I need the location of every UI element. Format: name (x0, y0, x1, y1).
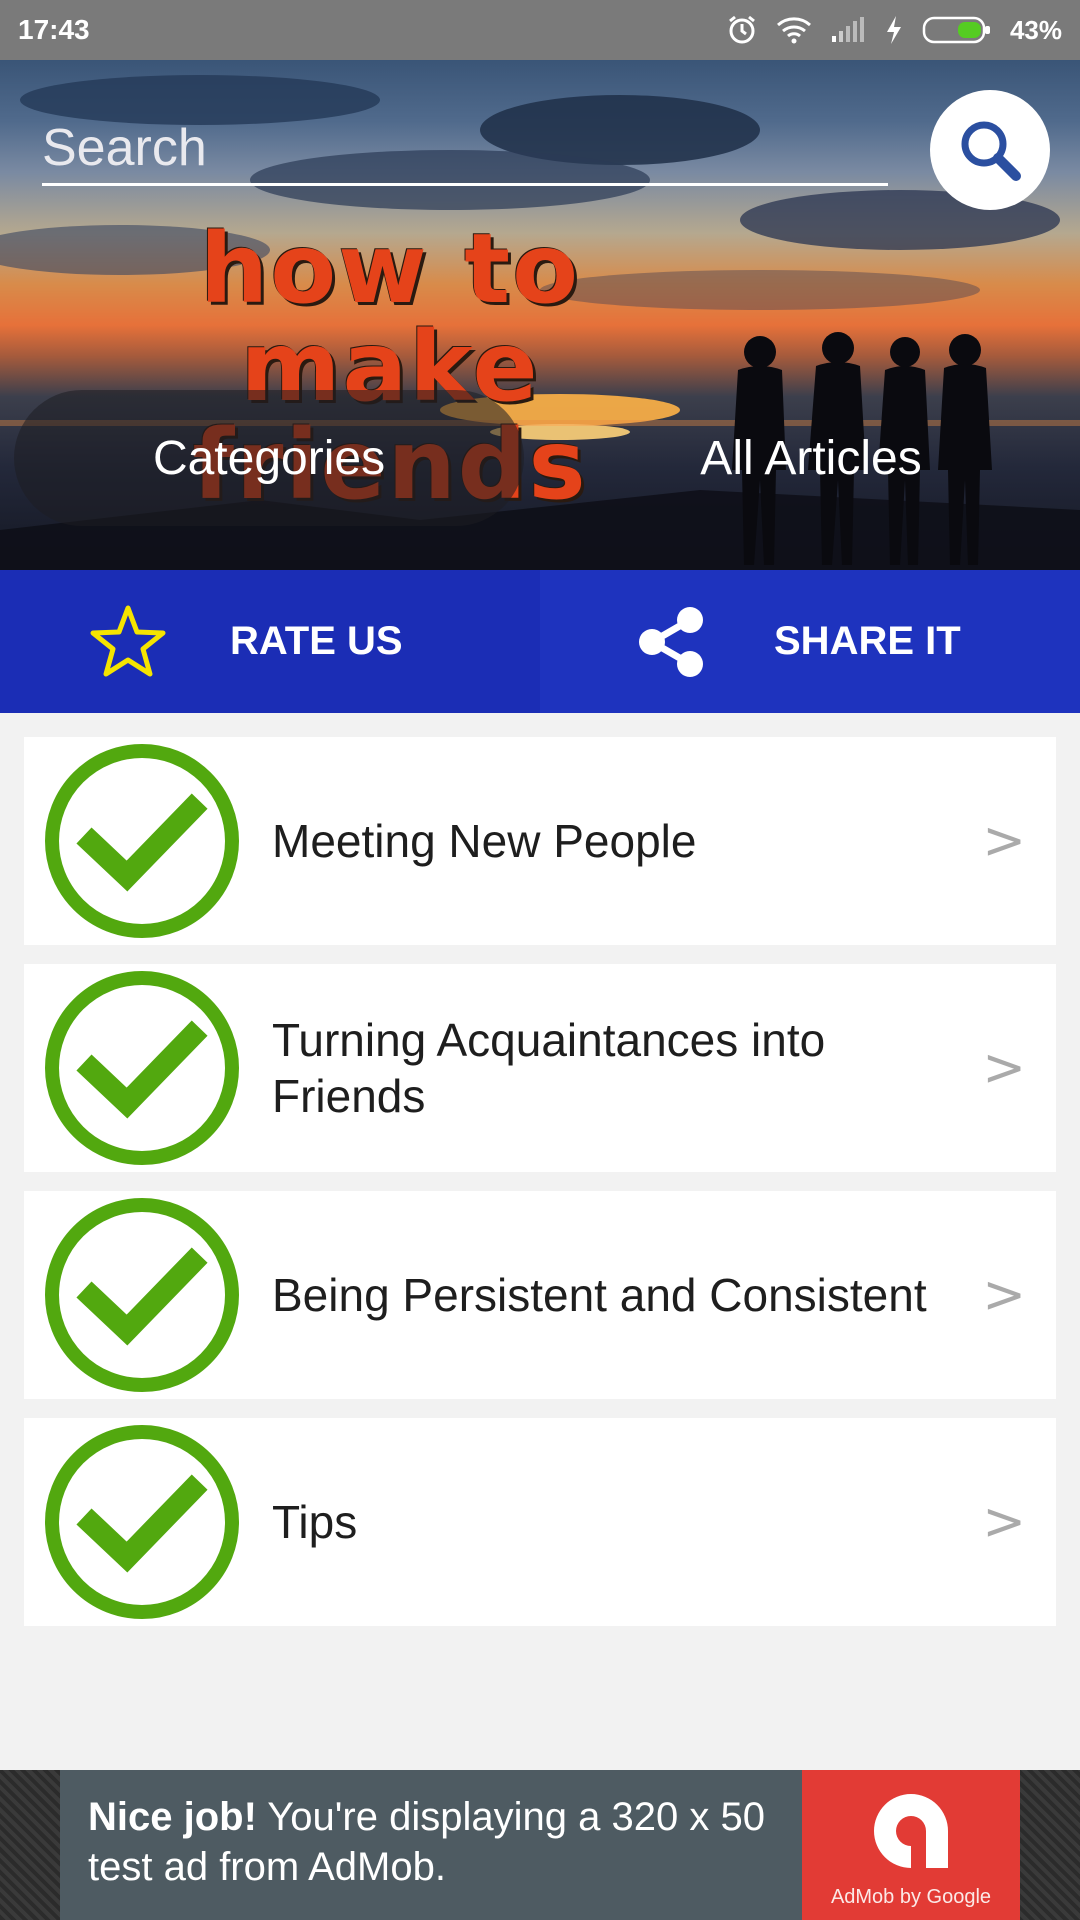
list-item-label: Meeting New People (272, 815, 697, 867)
battery-percent: 43% (1009, 14, 1062, 45)
share-it-button[interactable]: SHARE IT (540, 570, 1080, 713)
all-articles-label: All Articles (700, 431, 922, 485)
check-circle-icon (45, 1198, 239, 1392)
list-item-label: Turning Acquaintances into Friends (272, 1014, 826, 1122)
ad-text: Nice job! You're displaying a 320 x 50 t… (60, 1770, 802, 1920)
search-button[interactable] (930, 90, 1050, 210)
search-field[interactable] (42, 112, 888, 186)
share-it-label: SHARE IT (774, 619, 961, 663)
logo-line-1: how to make (199, 213, 581, 423)
action-bar: RATE US SHARE IT (0, 570, 1080, 713)
admob-caption: AdMob by Google (830, 1886, 992, 1908)
chevron-right-icon: > (982, 1038, 1026, 1098)
battery-icon (922, 15, 992, 45)
chevron-right-icon: > (982, 1265, 1026, 1325)
search-icon (961, 121, 1021, 181)
chevron-right-icon: > (982, 1492, 1026, 1552)
chevron-right-icon: > (982, 811, 1026, 871)
admob-icon (874, 1794, 948, 1868)
check-circle-icon (45, 971, 239, 1165)
list-item-label: Tips (272, 1496, 358, 1548)
check-circle-icon (45, 744, 239, 938)
list-item-label: Being Persistent and Consistent (272, 1269, 927, 1321)
ad-banner[interactable]: Nice job! You're displaying a 320 x 50 t… (60, 1770, 1020, 1920)
status-icons: 43% (726, 14, 1062, 46)
wifi-icon (776, 16, 812, 44)
list-item[interactable]: Tips > (24, 1418, 1056, 1626)
signal-icon (830, 16, 866, 44)
list-item[interactable]: Meeting New People > (24, 737, 1056, 945)
alarm-icon (726, 14, 758, 46)
status-bar: 17:43 43% (0, 0, 1080, 60)
all-articles-button[interactable]: All Articles (556, 390, 1066, 526)
star-icon (88, 602, 168, 682)
header-banner: how to make friends Categories All Artic… (0, 60, 1080, 570)
ad-container: Nice job! You're displaying a 320 x 50 t… (0, 1770, 1080, 1920)
share-icon (632, 602, 712, 682)
admob-logo: AdMob by Google (802, 1770, 1020, 1920)
check-circle-icon (45, 1425, 239, 1619)
rate-us-label: RATE US (230, 619, 403, 663)
categories-button[interactable]: Categories (14, 390, 524, 526)
rate-us-button[interactable]: RATE US (0, 570, 540, 713)
article-list: Meeting New People > Turning Acquaintanc… (24, 737, 1056, 1645)
list-item[interactable]: Being Persistent and Consistent > (24, 1191, 1056, 1399)
list-item[interactable]: Turning Acquaintances into Friends > (24, 964, 1056, 1172)
status-time: 17:43 (18, 14, 90, 45)
charging-icon (884, 15, 904, 45)
ad-bold-text: Nice job! (88, 1795, 257, 1839)
categories-label: Categories (152, 431, 386, 485)
search-input[interactable] (42, 112, 888, 183)
